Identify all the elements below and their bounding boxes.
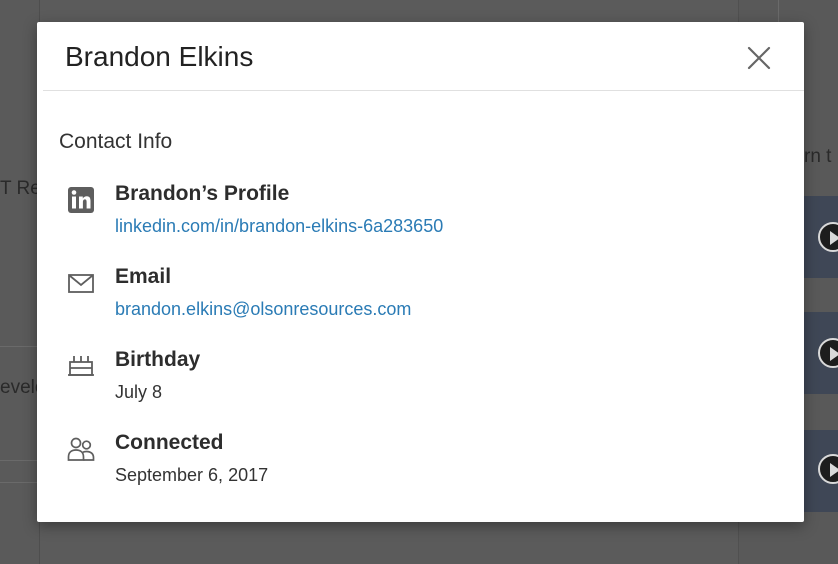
cake-icon <box>68 356 94 376</box>
people-icon <box>67 437 95 461</box>
birthday-label: Birthday <box>115 348 201 371</box>
birthday-value: July 8 <box>115 382 163 402</box>
close-icon <box>747 46 771 70</box>
profile-label: Brandon’s Profile <box>115 182 290 205</box>
contact-item-connected: Connected September 6, 2017 <box>37 431 804 501</box>
background-divider <box>0 346 40 347</box>
background-right-text: rn t <box>804 146 832 167</box>
modal-title: Brandon Elkins <box>65 41 254 72</box>
background-left-text-1: T Re <box>0 178 41 199</box>
linkedin-icon <box>68 187 94 213</box>
email-link[interactable]: brandon.elkins@olsonresources.com <box>115 299 411 320</box>
section-title: Contact Info <box>59 130 173 153</box>
background-divider <box>0 482 40 483</box>
envelope-icon <box>68 274 94 293</box>
connected-value: September 6, 2017 <box>115 465 269 485</box>
contact-item-email: Email brandon.elkins@olsonresources.com <box>37 265 804 335</box>
contact-item-profile: Brandon’s Profile linkedin.com/in/brando… <box>37 182 804 252</box>
connected-label: Connected <box>115 431 224 454</box>
email-label: Email <box>115 265 172 288</box>
contact-info-modal: Brandon Elkins Contact Info Brandon’s Pr… <box>37 22 804 522</box>
modal-header: Brandon Elkins <box>37 22 804 90</box>
header-divider <box>43 90 804 91</box>
contact-item-birthday: Birthday July 8 <box>37 348 804 418</box>
background-left-card: T Re evelo <box>0 0 45 564</box>
close-button[interactable] <box>743 42 775 74</box>
background-divider <box>0 460 40 461</box>
profile-link[interactable]: linkedin.com/in/brandon-elkins-6a283650 <box>115 216 443 237</box>
